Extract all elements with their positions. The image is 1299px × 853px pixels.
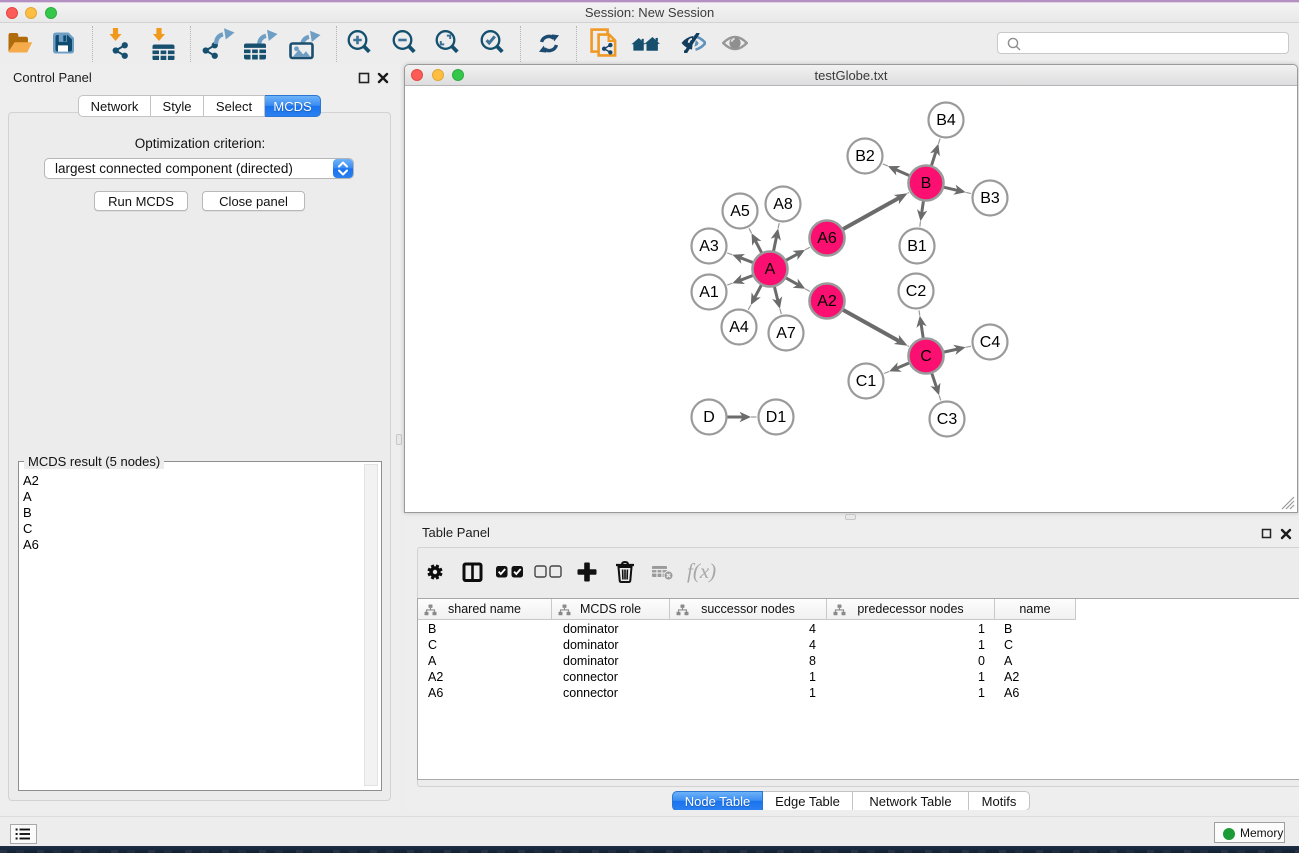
svg-text:A4: A4	[729, 319, 749, 336]
svg-text:A7: A7	[776, 325, 796, 342]
svg-text:C3: C3	[937, 411, 958, 428]
svg-text:B: B	[921, 175, 932, 192]
svg-text:C1: C1	[856, 373, 877, 390]
svg-text:D: D	[703, 409, 715, 426]
svg-text:C: C	[920, 348, 932, 365]
svg-text:B4: B4	[936, 112, 956, 129]
svg-text:B1: B1	[907, 238, 927, 255]
svg-text:B3: B3	[980, 190, 1000, 207]
svg-text:A2: A2	[817, 293, 837, 310]
svg-text:C2: C2	[906, 283, 927, 300]
svg-text:A6: A6	[817, 230, 837, 247]
svg-text:A1: A1	[699, 284, 719, 301]
svg-text:D1: D1	[766, 409, 787, 426]
svg-text:A5: A5	[730, 203, 750, 220]
svg-text:B2: B2	[855, 148, 875, 165]
svg-text:A8: A8	[773, 196, 793, 213]
svg-text:A3: A3	[699, 238, 719, 255]
svg-text:C4: C4	[980, 334, 1001, 351]
svg-text:A: A	[765, 261, 776, 278]
